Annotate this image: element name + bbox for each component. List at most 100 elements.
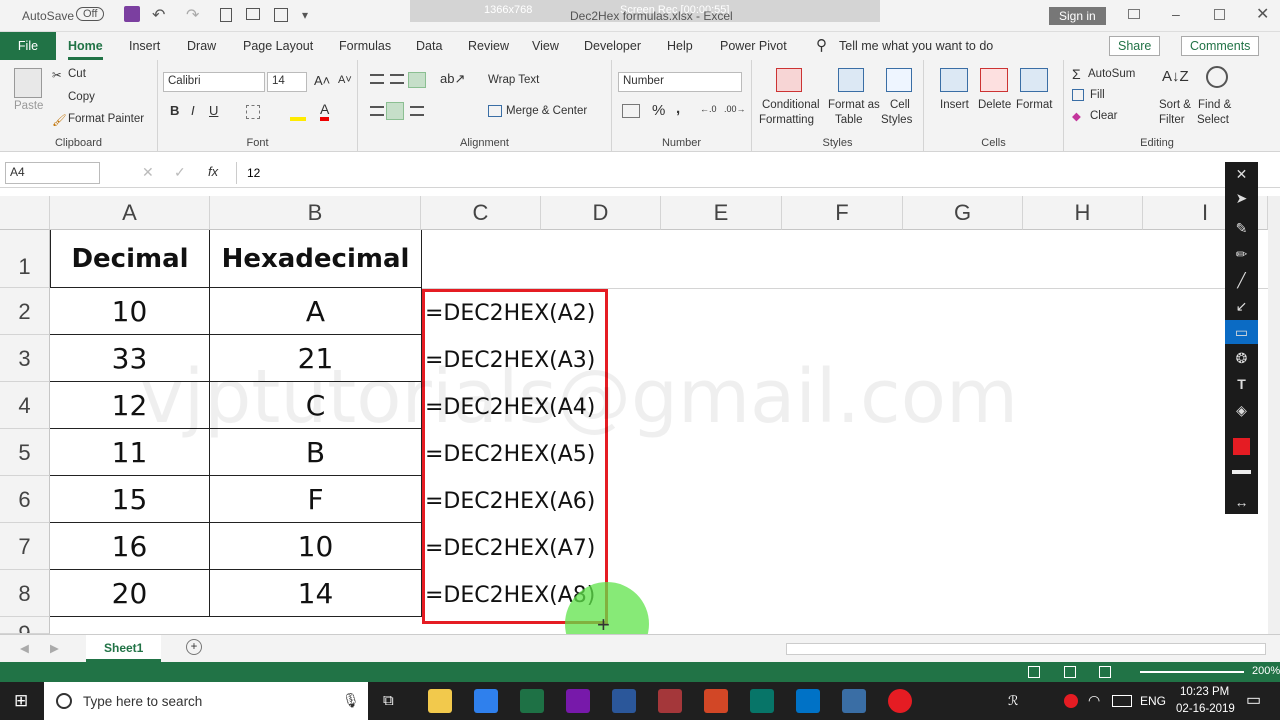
row-header-3[interactable]: 3 <box>0 335 50 382</box>
file-explorer-icon[interactable] <box>428 689 452 713</box>
close-button[interactable]: ✕ <box>1256 4 1269 24</box>
marker-icon[interactable]: ✏ <box>1225 242 1258 266</box>
keyboard-icon[interactable] <box>1112 695 1132 707</box>
print-preview-icon[interactable] <box>246 8 260 20</box>
tab-home[interactable]: Home <box>68 32 103 60</box>
comma-button[interactable]: , <box>676 100 680 117</box>
format-as-label[interactable]: Format as <box>828 99 880 111</box>
tab-insert[interactable]: Insert <box>129 32 160 60</box>
paste-button[interactable]: Paste <box>14 100 43 112</box>
next-sheet-icon[interactable]: ▶ <box>50 641 59 655</box>
microphone-icon[interactable]: 🎙 <box>342 692 360 709</box>
format-cells-icon[interactable] <box>1020 68 1048 92</box>
delete-cells-icon[interactable] <box>980 68 1008 92</box>
fill-color-icon[interactable] <box>290 117 306 121</box>
minimize-button[interactable]: – <box>1172 6 1180 22</box>
borders-icon[interactable] <box>246 105 260 119</box>
fill-button[interactable]: Fill <box>1090 89 1105 101</box>
notifications-icon[interactable]: ▭ <box>1246 690 1261 710</box>
customize-qat-icon[interactable]: ▾ <box>302 8 308 22</box>
tab-help[interactable]: Help <box>667 32 693 60</box>
text-icon[interactable]: T <box>1225 372 1258 396</box>
top-align-icon[interactable] <box>370 74 384 84</box>
row-header-9[interactable]: 9 <box>0 617 50 634</box>
task-view-icon[interactable]: ⧉ <box>383 692 394 709</box>
enter-formula-icon[interactable]: ✓ <box>174 164 186 181</box>
row-header-4[interactable]: 4 <box>0 382 50 429</box>
column-header-h[interactable]: H <box>1023 196 1143 230</box>
paste-icon[interactable] <box>14 68 42 98</box>
underline-button[interactable]: U <box>209 103 218 118</box>
format-as-table-icon[interactable] <box>838 68 864 92</box>
formatting-label[interactable]: Formatting <box>759 114 814 126</box>
prev-sheet-icon[interactable]: ◀ <box>20 641 29 655</box>
row-header-8[interactable]: 8 <box>0 570 50 617</box>
sort-label[interactable]: Sort & <box>1159 99 1191 111</box>
arrow-icon[interactable]: ↙ <box>1225 294 1258 318</box>
column-header-a[interactable]: A <box>50 196 210 230</box>
decimal-cell[interactable]: 15 <box>50 476 210 523</box>
column-header-d[interactable]: D <box>541 196 661 230</box>
horizontal-scrollbar[interactable] <box>786 643 1266 655</box>
orientation-icon[interactable]: ab↗ <box>440 71 465 87</box>
column-header-b[interactable]: B <box>210 196 421 230</box>
restore-button[interactable] <box>1214 9 1225 20</box>
effects-icon[interactable]: ❂ <box>1225 346 1258 370</box>
wifi-icon[interactable]: ◠ <box>1088 692 1100 709</box>
taskbar-search-box[interactable]: Type here to search 🎙 <box>44 682 368 720</box>
onenote-app-icon[interactable] <box>566 689 590 713</box>
sort-icon[interactable] <box>274 8 288 22</box>
row-header-5[interactable]: 5 <box>0 429 50 476</box>
tab-draw[interactable]: Draw <box>187 32 216 60</box>
middle-align-icon[interactable] <box>390 74 404 84</box>
copy-button[interactable]: Copy <box>68 91 95 103</box>
tab-page-layout[interactable]: Page Layout <box>243 32 313 60</box>
store-icon[interactable] <box>474 689 498 713</box>
percent-button[interactable]: % <box>652 102 665 119</box>
column-header-c[interactable]: C <box>421 196 541 230</box>
conditional-formatting-icon[interactable] <box>776 68 802 92</box>
clock-date[interactable]: 02-16-2019 <box>1176 703 1235 715</box>
name-box[interactable]: A4 <box>5 162 100 184</box>
autosave-toggle[interactable]: Off <box>76 7 105 21</box>
hex-cell[interactable]: A <box>210 288 422 335</box>
pointer-icon[interactable]: ➤ <box>1225 186 1258 210</box>
decimal-cell[interactable]: 20 <box>50 570 210 617</box>
bold-button[interactable]: B <box>170 103 179 118</box>
word-app-icon[interactable] <box>612 689 636 713</box>
align-center-icon[interactable] <box>386 102 404 120</box>
insert-cells-button[interactable]: Insert <box>940 99 969 111</box>
outlook-app-icon[interactable] <box>796 689 820 713</box>
clear-button[interactable]: Clear <box>1090 110 1117 122</box>
formula-input[interactable]: 12 <box>236 162 1280 184</box>
decrease-font-icon[interactable]: A˅ <box>338 74 352 86</box>
tab-power-pivot[interactable]: Power Pivot <box>720 32 787 60</box>
powerpoint-app-icon[interactable] <box>704 689 728 713</box>
sign-in-button[interactable]: Sign in <box>1049 7 1106 25</box>
insert-function-icon[interactable]: fx <box>208 164 218 179</box>
eraser-tool-icon[interactable]: ◈ <box>1225 398 1258 422</box>
format-painter-button[interactable]: Format Painter <box>68 113 144 125</box>
decrease-decimal-icon[interactable]: .00→ <box>724 104 746 114</box>
cell-styles-icon[interactable] <box>886 68 912 92</box>
merge-center-button[interactable]: Merge & Center <box>506 105 587 117</box>
table-label[interactable]: Table <box>835 114 863 126</box>
sort-filter-icon[interactable]: A↓Z <box>1162 68 1189 85</box>
cancel-formula-icon[interactable]: ✕ <box>142 164 154 181</box>
ribbon-display-icon[interactable] <box>1128 9 1140 19</box>
find-label[interactable]: Find & <box>1198 99 1231 111</box>
tab-developer[interactable]: Developer <box>584 32 641 60</box>
add-sheet-icon[interactable]: + <box>186 639 202 655</box>
bottom-align-icon[interactable] <box>408 72 426 88</box>
app-icon[interactable] <box>842 689 866 713</box>
hex-cell[interactable]: 10 <box>210 523 422 570</box>
record-tray-icon[interactable] <box>1064 694 1078 708</box>
clock-time[interactable]: 10:23 PM <box>1180 686 1229 698</box>
currency-icon[interactable] <box>622 104 640 118</box>
tab-review[interactable]: Review <box>468 32 509 60</box>
filter-label[interactable]: Filter <box>1159 114 1185 126</box>
tab-formulas[interactable]: Formulas <box>339 32 391 60</box>
undo-icon[interactable]: ↶ <box>152 5 165 25</box>
access-app-icon[interactable] <box>658 689 682 713</box>
tab-data[interactable]: Data <box>416 32 442 60</box>
